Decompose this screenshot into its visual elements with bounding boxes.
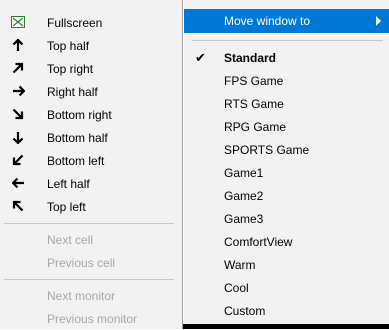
menu-item-right-half[interactable]: Right half [0,80,182,103]
menu-item-label: Top left [47,199,86,214]
menu-item-game2[interactable]: Game2 [184,184,389,207]
background-window-edge [183,324,389,329]
menu-item-label: RTS Game [224,96,284,111]
menu-item-label: Left half [47,176,90,191]
menu-item-bottom-left[interactable]: Bottom left [0,149,182,172]
menu-item-label: Top half [47,38,90,53]
menu-separator [4,279,174,280]
window-position-menu: Fullscreen Top half Top right Right half… [0,0,183,329]
menu-item-top-left[interactable]: Top left [0,195,182,218]
menu-item-label: SPORTS Game [224,142,310,157]
menu-item-left-half[interactable]: Left half [0,172,182,195]
arrow-up-left-icon [10,198,26,214]
arrow-left-icon [10,175,26,191]
menu-item-label: Previous monitor [47,311,138,326]
menu-item-label: Game3 [224,211,264,226]
move-window-submenu: Move window to ✔ Standard FPS Game RTS G… [183,0,389,329]
menu-item-label: Right half [47,84,98,99]
menu-item-label: Fullscreen [47,15,103,30]
menu-item-previous-monitor: Previous monitor [0,307,182,330]
submenu-arrow-icon [376,16,381,26]
menu-item-label: FPS Game [224,73,284,88]
menu-item-label: Bottom left [47,153,105,168]
menu-item-bottom-half[interactable]: Bottom half [0,126,182,149]
menu-item-fps-game[interactable]: FPS Game [184,69,389,92]
menu-item-label: Game2 [224,188,264,203]
menu-item-custom[interactable]: Custom [184,299,389,322]
menu-item-label: Custom [224,303,266,318]
checkmark-icon: ✔ [195,50,206,65]
menu-item-rpg-game[interactable]: RPG Game [184,115,389,138]
menu-item-game3[interactable]: Game3 [184,207,389,230]
arrow-up-right-icon [10,60,26,76]
menu-item-next-cell: Next cell [0,228,182,251]
fullscreen-icon [10,14,26,30]
menu-item-top-half[interactable]: Top half [0,34,182,57]
menu-item-warm[interactable]: Warm [184,253,389,276]
menu-item-sports-game[interactable]: SPORTS Game [184,138,389,161]
arrow-right-icon [10,83,26,99]
arrow-down-right-icon [10,106,26,122]
menu-item-label: Move window to [224,14,311,28]
menu-item-move-window-to[interactable]: Move window to [184,9,389,33]
menu-item-label: Cool [224,280,249,295]
menu-item-game1[interactable]: Game1 [184,161,389,184]
menu-item-label: Next cell [47,232,94,247]
menu-item-label: Previous cell [47,255,116,270]
menu-item-top-right[interactable]: Top right [0,57,182,80]
menu-item-label: RPG Game [224,119,287,134]
menu-item-label: Game1 [224,165,264,180]
menu-item-label: Top right [47,61,94,76]
menu-item-comfortview[interactable]: ComfortView [184,230,389,253]
menu-item-label: ComfortView [224,234,293,249]
menu-item-label: Warm [224,257,256,272]
arrow-up-icon [10,37,26,53]
menu-item-label: Next monitor [47,288,116,303]
menu-item-previous-cell: Previous cell [0,251,182,274]
menu-item-bottom-right[interactable]: Bottom right [0,103,182,126]
menu-item-label: Bottom half [47,130,108,145]
menu-separator [192,40,383,41]
menu-item-label: Standard [224,50,277,65]
menu-item-next-monitor: Next monitor [0,284,182,307]
menu-item-standard[interactable]: ✔ Standard [184,46,389,69]
menu-item-rts-game[interactable]: RTS Game [184,92,389,115]
menu-separator [4,223,174,224]
menu-item-cool[interactable]: Cool [184,276,389,299]
menu-item-label: Bottom right [47,107,112,122]
arrow-down-icon [10,129,26,145]
menu-item-fullscreen[interactable]: Fullscreen [0,11,182,34]
arrow-down-left-icon [10,152,26,168]
